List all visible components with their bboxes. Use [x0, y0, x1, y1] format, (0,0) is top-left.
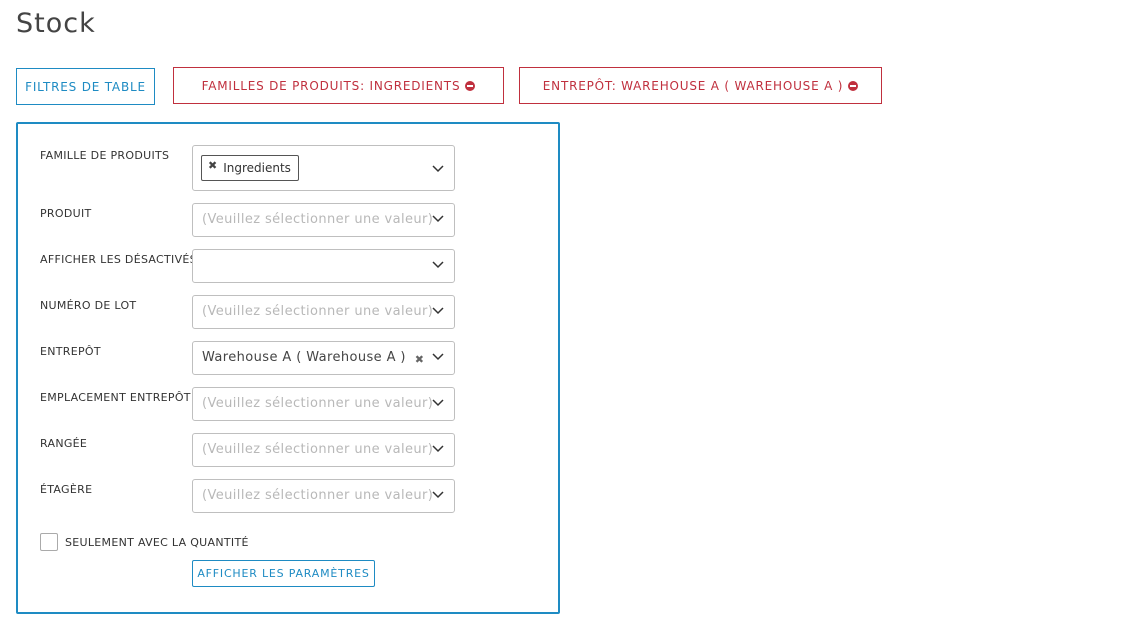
lot-number-placeholder: (Veuillez sélectionner une valeur) — [202, 304, 434, 319]
lot-number-label: NUMÉRO DE LOT — [40, 299, 137, 312]
product-family-tag-label: Ingredients — [223, 161, 291, 175]
chevron-down-icon[interactable] — [432, 353, 444, 361]
warehouse-location-placeholder: (Veuillez sélectionner une valeur) — [202, 396, 434, 411]
product-placeholder: (Veuillez sélectionner une valeur) — [202, 212, 434, 227]
show-parameters-label: AFFICHER LES PARAMÈTRES — [197, 567, 370, 580]
product-family-select[interactable]: ✖ Ingredients — [192, 145, 455, 191]
shelf-label: ÉTAGÈRE — [40, 483, 93, 496]
only-with-quantity-label: SEULEMENT AVEC LA QUANTITÉ — [65, 536, 249, 549]
clear-icon[interactable]: ✖ — [415, 353, 424, 366]
product-family-filter-chip[interactable]: FAMILLES DE PRODUITS: INGREDIENTS — [173, 67, 504, 104]
product-select[interactable]: (Veuillez sélectionner une valeur) — [192, 203, 455, 237]
product-label: PRODUIT — [40, 207, 92, 220]
chevron-down-icon[interactable] — [432, 165, 444, 173]
warehouse-location-label: EMPLACEMENT ENTREPÔT — [40, 391, 191, 404]
row-label: RANGÉE — [40, 437, 88, 450]
row-select[interactable]: (Veuillez sélectionner une valeur) — [192, 433, 455, 467]
product-family-label: FAMILLE DE PRODUITS — [40, 149, 170, 162]
row-placeholder: (Veuillez sélectionner une valeur) — [202, 442, 434, 457]
warehouse-location-select[interactable]: (Veuillez sélectionner une valeur) — [192, 387, 455, 421]
show-disabled-label: AFFICHER LES DÉSACTIVÉS — [40, 253, 197, 266]
lot-number-select[interactable]: (Veuillez sélectionner une valeur) — [192, 295, 455, 329]
show-disabled-select[interactable] — [192, 249, 455, 283]
shelf-select[interactable]: (Veuillez sélectionner une valeur) — [192, 479, 455, 513]
page-title: Stock — [16, 8, 96, 39]
warehouse-chip-label: ENTREPÔT: WAREHOUSE A ( WAREHOUSE A ) — [542, 78, 844, 93]
product-family-tag: ✖ Ingredients — [201, 155, 299, 181]
warehouse-label: ENTREPÔT — [40, 345, 101, 358]
table-filters-label: FILTRES DE TABLE — [25, 79, 146, 94]
remove-filter-icon[interactable] — [465, 80, 476, 91]
warehouse-value: Warehouse A ( Warehouse A ) — [202, 350, 406, 365]
warehouse-select[interactable]: Warehouse A ( Warehouse A ) ✖ — [192, 341, 455, 375]
only-with-quantity-checkbox[interactable] — [40, 533, 58, 551]
chevron-down-icon[interactable] — [432, 491, 444, 499]
chevron-down-icon[interactable] — [432, 307, 444, 315]
chevron-down-icon[interactable] — [432, 215, 444, 223]
show-parameters-button[interactable]: AFFICHER LES PARAMÈTRES — [192, 560, 375, 587]
table-filters-button[interactable]: FILTRES DE TABLE — [16, 68, 155, 105]
product-family-chip-label: FAMILLES DE PRODUITS: INGREDIENTS — [201, 78, 461, 93]
chevron-down-icon[interactable] — [432, 445, 444, 453]
remove-filter-icon[interactable] — [848, 80, 859, 91]
shelf-placeholder: (Veuillez sélectionner une valeur) — [202, 488, 434, 503]
chevron-down-icon[interactable] — [432, 261, 444, 269]
warehouse-filter-chip[interactable]: ENTREPÔT: WAREHOUSE A ( WAREHOUSE A ) — [519, 67, 882, 104]
filter-panel: FAMILLE DE PRODUITS ✖ Ingredients PRODUI… — [16, 122, 560, 614]
tag-remove-icon[interactable]: ✖ — [208, 159, 217, 172]
chevron-down-icon[interactable] — [432, 399, 444, 407]
